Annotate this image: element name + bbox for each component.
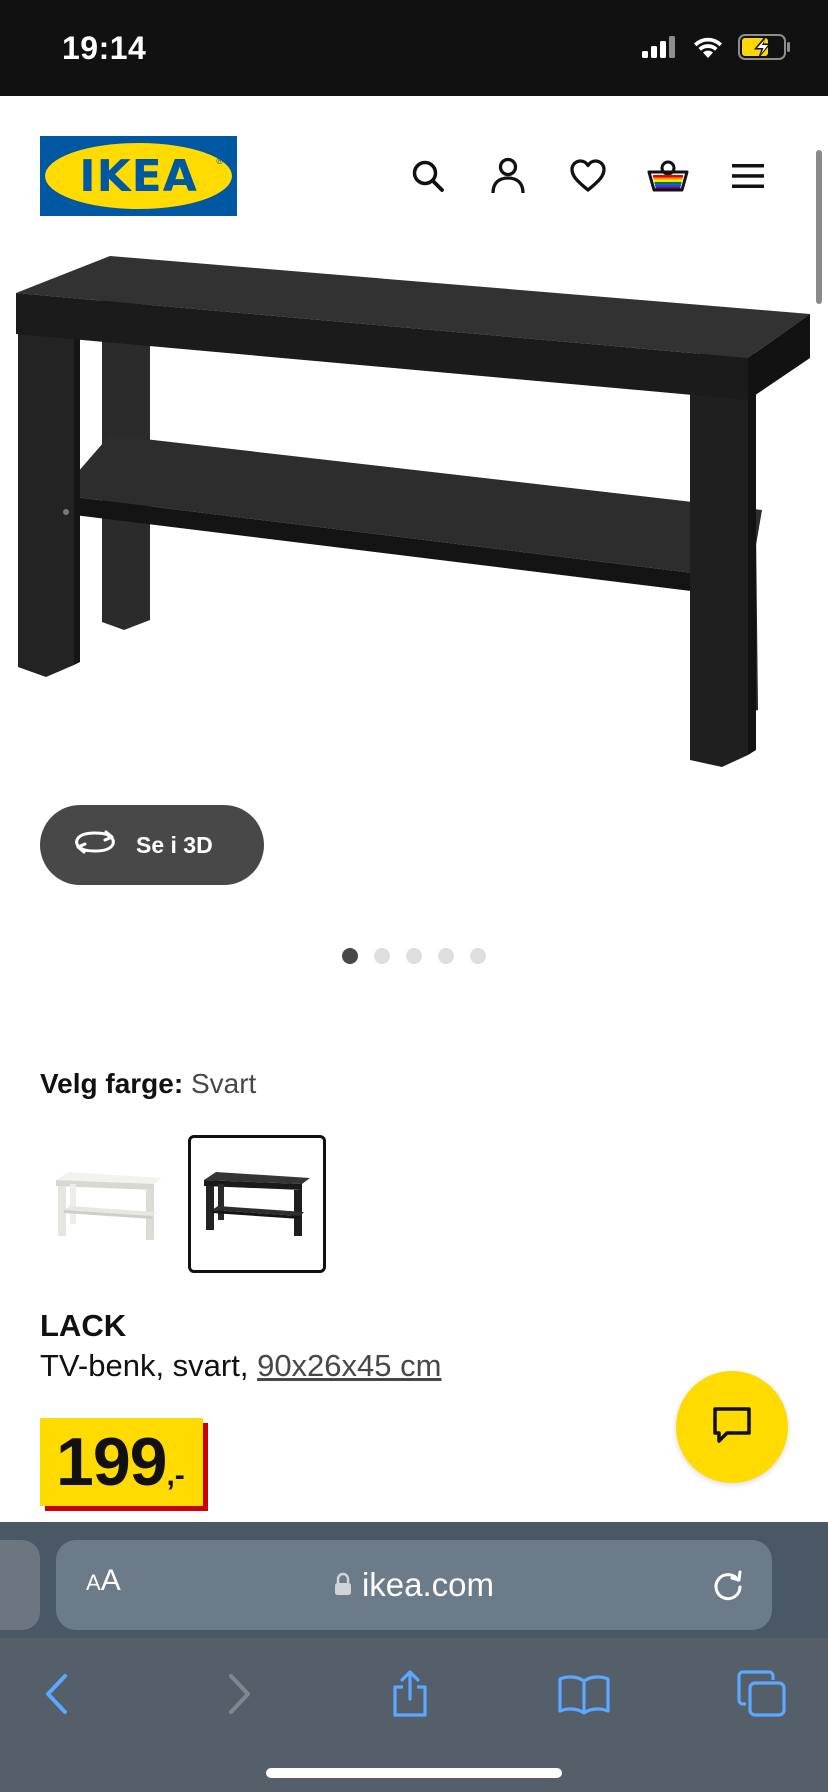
bookmarks-icon[interactable] [552,1662,616,1726]
account-icon[interactable] [484,152,532,200]
reload-icon[interactable] [710,1567,746,1608]
chat-icon [711,1405,753,1450]
product-price: 199 ,- [40,1418,203,1506]
color-picker-value: Svart [190,1068,257,1099]
site-header: IKEA ® [0,96,828,256]
share-icon[interactable] [378,1662,442,1726]
view-in-3d-label: Se i 3D [136,831,213,858]
color-swatch-black[interactable] [188,1135,326,1273]
search-icon[interactable] [404,152,452,200]
color-swatch-white[interactable] [40,1135,178,1273]
forward-icon[interactable] [206,1662,270,1726]
url-text: ikea.com [361,1566,495,1603]
previous-tab-preview[interactable] [0,1540,40,1630]
menu-icon[interactable] [724,152,772,200]
color-picker-title: Velg farge: [40,1068,184,1099]
carousel-dot-3[interactable] [406,948,422,964]
logo-text: IKEA [79,150,198,202]
battery-charging-icon [738,34,792,65]
price-amount: 199 [56,1424,167,1500]
product-name: LACK [40,1308,127,1343]
status-bar: 19:14 [0,0,828,96]
product-description-text: TV-benk, svart, [40,1348,258,1383]
heart-icon[interactable] [564,152,612,200]
carousel-dots [0,948,828,964]
product-description: TV-benk, svart, 90x26x45 cm [40,1348,441,1384]
carousel-dot-2[interactable] [374,948,390,964]
browser-toolbar [0,1638,828,1792]
url-display[interactable]: ikea.com [56,1540,772,1630]
carousel-dot-4[interactable] [438,948,454,964]
price-suffix: ,- [166,1459,185,1492]
chat-button[interactable] [676,1371,788,1483]
carousel-dot-1[interactable] [342,948,358,964]
browser-address-area: AA ikea.com [0,1522,828,1638]
lock-icon [334,1566,352,1604]
rotate-3d-icon [74,828,116,862]
wifi-icon [692,35,724,64]
signal-icon [642,36,678,63]
view-in-3d-button[interactable]: Se i 3D [40,805,264,885]
home-indicator[interactable] [266,1768,562,1778]
product-image[interactable] [0,250,828,790]
status-time: 19:14 [62,30,147,66]
back-icon[interactable] [26,1662,90,1726]
registered-mark: ® [216,156,223,166]
ikea-logo[interactable]: IKEA ® [40,136,237,216]
color-picker-label: Velg farge: Svart [40,1068,256,1100]
product-dimensions-link[interactable]: 90x26x45 cm [257,1348,441,1383]
tabs-icon[interactable] [730,1662,794,1726]
address-bar[interactable]: AA ikea.com [56,1540,772,1630]
status-icons [642,34,792,65]
basket-icon[interactable] [644,152,692,200]
carousel-dot-5[interactable] [470,948,486,964]
